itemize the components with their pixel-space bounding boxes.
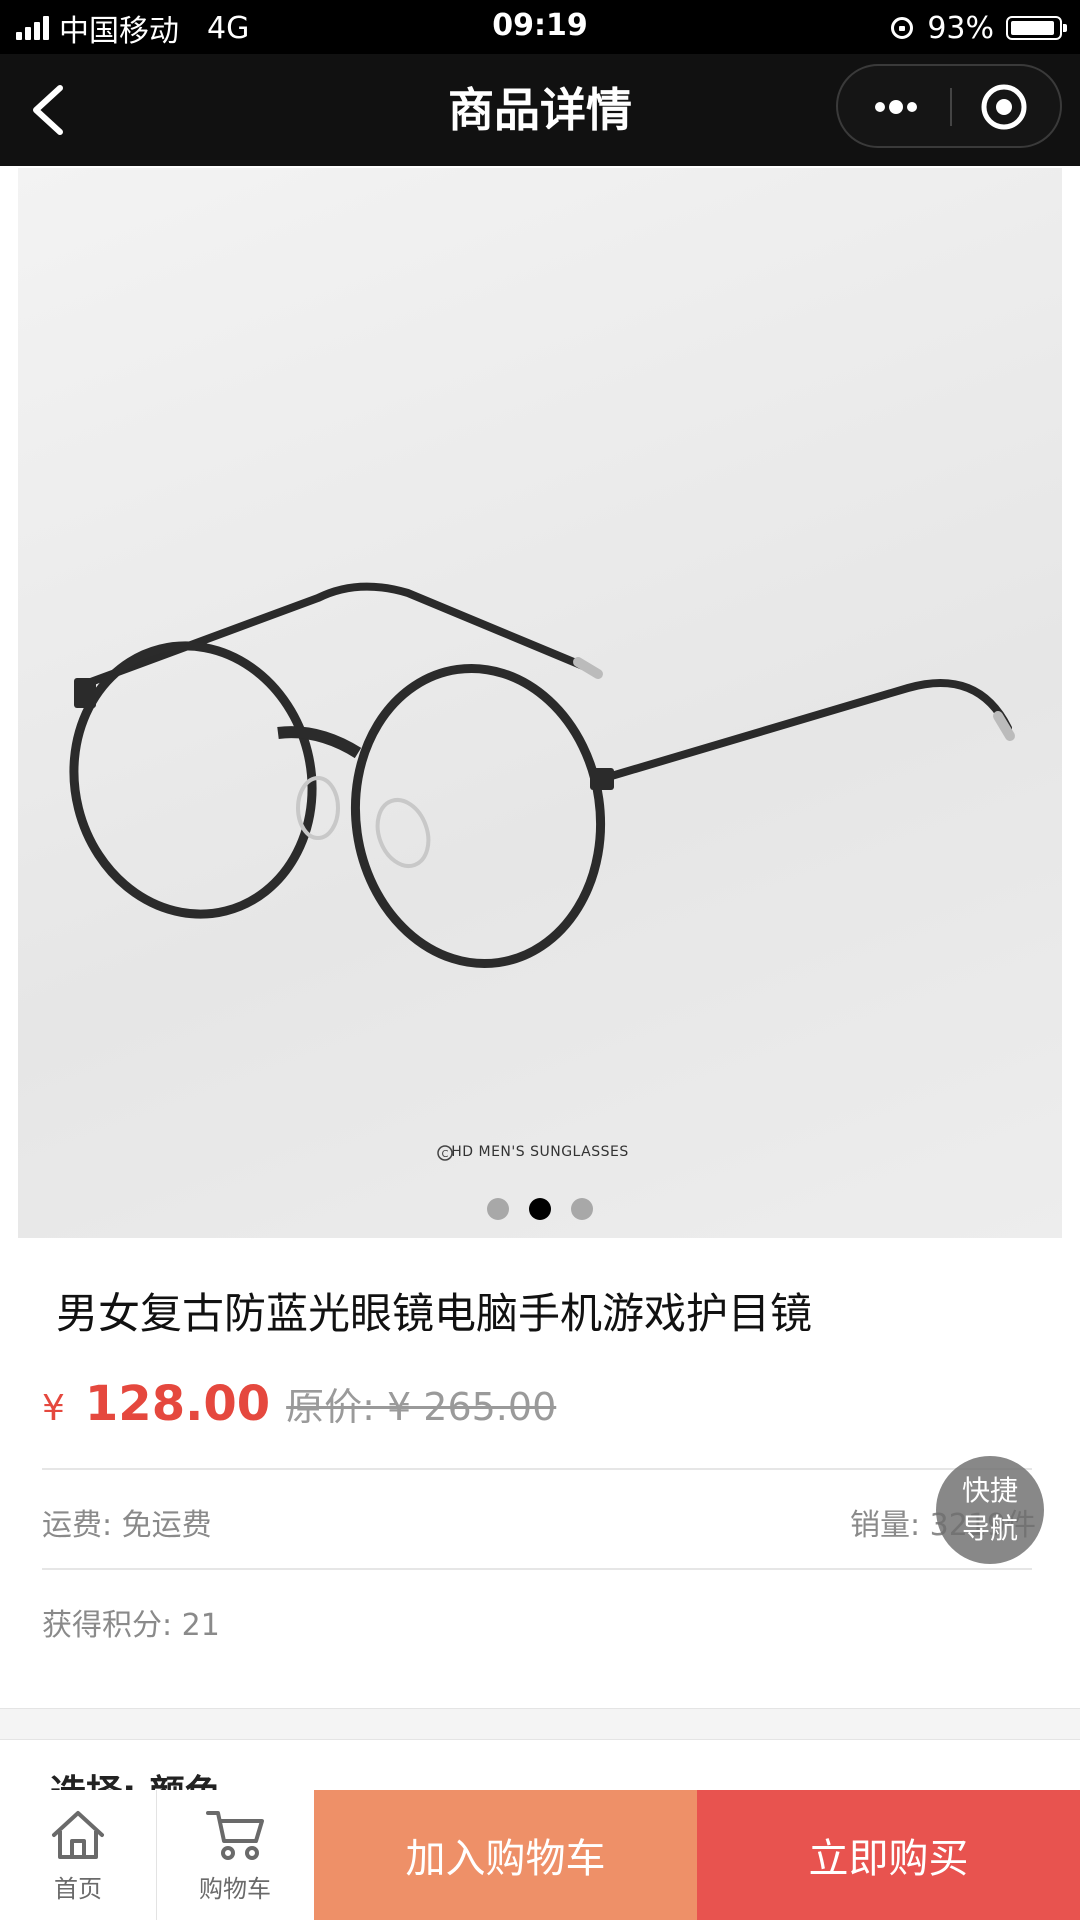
carousel-dot[interactable] xyxy=(487,1198,509,1220)
mini-program-capsule xyxy=(836,64,1062,148)
bottom-action-bar: 首页 购物车 加入购物车 立即购买 xyxy=(0,1790,1080,1920)
product-image[interactable]: C xyxy=(18,168,1062,1238)
divider xyxy=(42,1568,1032,1570)
add-to-cart-button[interactable]: 加入购物车 xyxy=(314,1790,697,1920)
navigation-bar: 商品详情 xyxy=(0,54,1080,166)
divider xyxy=(42,1468,1032,1470)
more-button[interactable] xyxy=(856,78,936,136)
section-separator xyxy=(0,1708,1080,1740)
battery-percent: 93% xyxy=(927,10,994,46)
home-icon xyxy=(52,1810,104,1859)
battery-icon xyxy=(1006,16,1067,40)
current-price: 128.00 xyxy=(84,1376,271,1432)
buy-now-button[interactable]: 立即购买 xyxy=(697,1790,1080,1920)
more-dots-icon xyxy=(875,100,917,114)
cart-tab[interactable]: 购物车 xyxy=(157,1790,313,1920)
image-watermark-caption: HD MEN'S SUNGLASSES xyxy=(451,1144,629,1160)
currency-symbol: ¥ xyxy=(42,1388,65,1429)
rotation-lock-icon xyxy=(891,17,914,39)
home-tab-label: 首页 xyxy=(54,1874,102,1903)
product-detail-page: 中国移动 4G 09:19 93% 商品详情 C HD MEN'S SUNGLA… xyxy=(0,0,1080,1920)
carousel-dot[interactable] xyxy=(529,1198,551,1220)
quick-nav-label-1: 快捷 xyxy=(961,1474,1018,1507)
target-circle-icon xyxy=(981,84,1027,130)
reward-points: 获得积分: 21 xyxy=(42,1608,220,1643)
status-right: 93% xyxy=(891,8,1067,48)
price-row: ¥ 128.00 原价: ¥ 265.00 xyxy=(42,1376,556,1446)
quick-nav-button[interactable]: 快捷 导航 xyxy=(936,1456,1044,1564)
close-mini-program-button[interactable] xyxy=(962,78,1046,136)
original-price: 原价: ¥ 265.00 xyxy=(286,1385,557,1429)
glasses-image xyxy=(69,582,1015,969)
status-bar: 中国移动 4G 09:19 93% xyxy=(0,0,1080,54)
cart-tab-label: 购物车 xyxy=(199,1874,271,1903)
shipping-info: 运费: 免运费 xyxy=(42,1508,212,1543)
quick-nav-label-2: 导航 xyxy=(961,1512,1018,1545)
home-tab[interactable]: 首页 xyxy=(0,1790,156,1920)
carousel-dot[interactable] xyxy=(571,1198,593,1220)
capsule-divider xyxy=(950,88,952,126)
shopping-cart-icon xyxy=(206,1810,264,1860)
carousel-indicator xyxy=(0,1198,1080,1220)
product-title: 男女复古防蓝光眼镜电脑手机游戏护目镜 xyxy=(56,1289,813,1338)
